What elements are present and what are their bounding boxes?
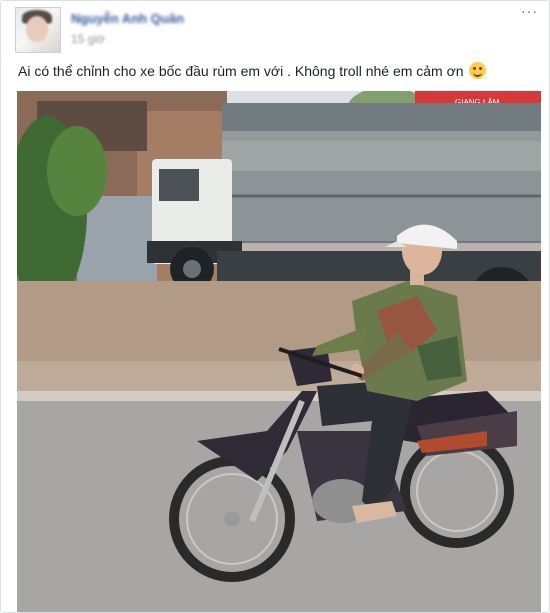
post-timestamp[interactable]: 15 giờ xyxy=(71,32,105,46)
post-caption: Ai có thể chỉnh cho xe bốc đầu rùm em vớ… xyxy=(18,62,487,79)
bike-front-hub xyxy=(224,511,240,527)
truck-window xyxy=(159,169,199,201)
author-name[interactable]: Nguyễn Anh Quân xyxy=(71,11,184,26)
more-options-icon[interactable]: ··· xyxy=(521,3,538,19)
post-card: Nguyễn Anh Quân 15 giờ ··· Ai có thể chỉ… xyxy=(0,0,550,613)
photo-scene: GIANG LÂM xyxy=(17,91,541,612)
smiling-face-icon xyxy=(469,62,487,79)
caption-text: Ai có thể chỉnh cho xe bốc đầu rùm em vớ… xyxy=(18,63,464,79)
post-photo[interactable]: GIANG LÂM xyxy=(17,91,541,612)
truck-tarp xyxy=(222,131,541,171)
truck-hub-front xyxy=(183,260,201,278)
avatar-face xyxy=(26,16,48,42)
green-plant-leaves xyxy=(47,126,107,216)
author-avatar[interactable] xyxy=(15,7,61,53)
